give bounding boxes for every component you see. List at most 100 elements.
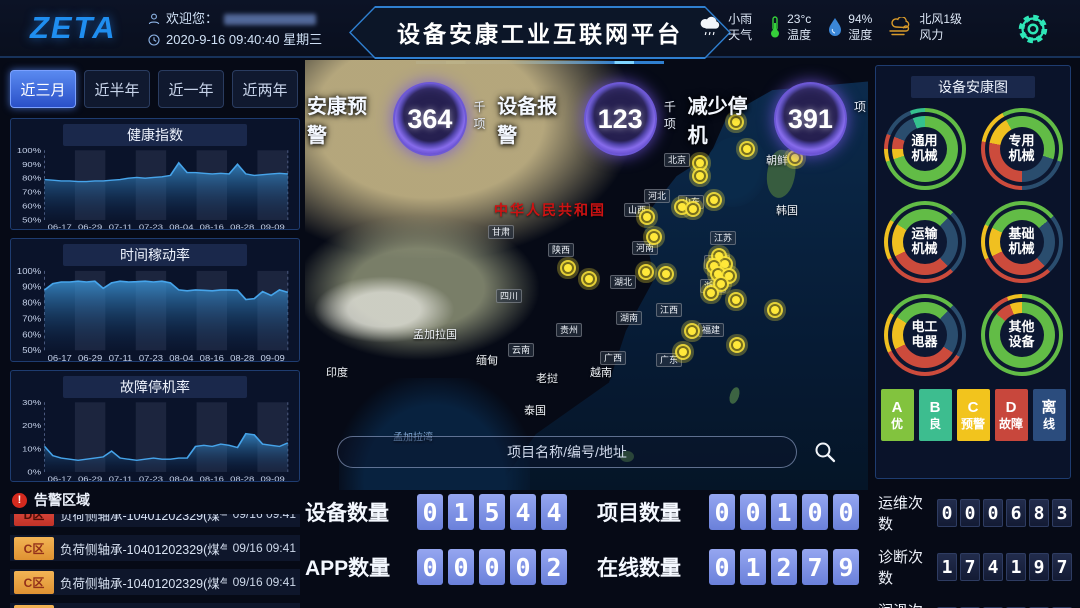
app-count-value: 00002 <box>417 549 567 585</box>
alert-area-title: 告警区域 <box>34 490 90 510</box>
donut-other-equipment[interactable]: 其他 设备 <box>981 294 1063 376</box>
alert-warning-icon: ! <box>12 493 27 508</box>
project-marker[interactable] <box>707 289 715 297</box>
svg-text:07-11: 07-11 <box>109 475 133 482</box>
downtime-rate-panel: 故障停机率 30%20%10%0%06-1706-2907-1107-2308-… <box>10 370 300 482</box>
header-bar: ZETA 欢迎您： 2020-9-16 09:40:40 星期三 设备安康工业互… <box>0 0 1080 58</box>
project-marker[interactable] <box>688 327 696 335</box>
legend-grade-C: C预警 <box>957 389 990 441</box>
donut-electrical-equipment[interactable]: 电工 电器 <box>884 294 966 376</box>
kpi-label: 设备报警 <box>497 90 576 148</box>
svg-text:90%: 90% <box>22 282 41 291</box>
svg-text:06-17: 06-17 <box>48 475 73 482</box>
alert-zone-badge: C区 <box>14 537 54 560</box>
alert-time: 09/16 09:41 <box>233 541 296 555</box>
kpi-circle: 391 <box>774 82 847 156</box>
platform-title-frame: 设备安康工业互联网平台 <box>349 6 731 64</box>
kpi-unit: 千项 <box>474 98 498 132</box>
donut-grid: 通用 机械 专用 机械 运输 机械 基础 机械 电工 电器 其他 设备 <box>876 108 1070 376</box>
svg-text:09-09: 09-09 <box>261 354 285 362</box>
svg-text:70%: 70% <box>22 188 41 197</box>
project-marker[interactable] <box>643 213 651 221</box>
health-index-chart: 100%90%80%70%60%50%06-1706-2907-1107-230… <box>11 146 299 230</box>
chart-title: 健康指数 <box>63 124 247 146</box>
legend-grade-A: A优 <box>881 389 914 441</box>
project-search-input[interactable] <box>337 436 797 468</box>
donut-basic-machinery[interactable]: 基础 机械 <box>981 201 1063 283</box>
zeta-logo: ZETA <box>30 10 117 46</box>
search-icon[interactable] <box>813 440 837 464</box>
svg-text:08-04: 08-04 <box>169 354 193 362</box>
legend-grade-D: D故障 <box>995 389 1028 441</box>
project-marker[interactable] <box>642 268 650 276</box>
project-marker[interactable] <box>585 275 593 283</box>
alert-text: 负荷侧轴承-10401202329(煤气引风机电... <box>60 539 227 558</box>
chart-title: 故障停机率 <box>63 376 247 398</box>
svg-text:60%: 60% <box>22 202 41 211</box>
weather-rain: 小雨天气 <box>699 11 752 43</box>
svg-text:09-09: 09-09 <box>261 475 286 482</box>
equipment-health-panel: 设备安康图 通用 机械 专用 机械 运输 机械 基础 机械 电工 电器 其他 设… <box>875 65 1071 479</box>
project-marker[interactable] <box>710 196 718 204</box>
svg-text:07-11: 07-11 <box>109 223 133 230</box>
project-marker[interactable] <box>714 270 722 278</box>
project-marker[interactable] <box>715 252 723 260</box>
kpi-reduced-downtime: 减少停机 391 项 <box>688 82 866 156</box>
diagnosis-count-value: 174197 <box>937 553 1072 581</box>
alert-row[interactable]: D区 负荷侧轴承-10401202329(煤气引风机电... 09/16 09:… <box>10 514 300 527</box>
tab-recent-1-year[interactable]: 近一年 <box>158 70 224 108</box>
project-marker[interactable] <box>732 296 740 304</box>
svg-text:08-04: 08-04 <box>169 475 194 482</box>
weather-humidity: 94%湿度 <box>827 11 872 43</box>
project-marker[interactable] <box>710 262 718 270</box>
project-marker[interactable] <box>696 172 704 180</box>
kpi-label: 安康预警 <box>307 90 386 148</box>
maintenance-count-label: 运维次数 <box>878 492 937 534</box>
weather-value: 23°c <box>787 11 811 27</box>
tab-recent-2-years[interactable]: 近两年 <box>232 70 298 108</box>
thermometer-icon <box>768 15 782 39</box>
online-count-label: 在线数量 <box>597 552 709 582</box>
weather-wind: 北风1级风力 <box>888 11 962 43</box>
project-marker[interactable] <box>733 341 741 349</box>
tab-recent-3-months[interactable]: 近三月 <box>10 70 76 108</box>
svg-text:07-11: 07-11 <box>109 354 133 362</box>
alert-list[interactable]: D区 负荷侧轴承-10401202329(煤气引风机电... 09/16 09:… <box>10 514 300 608</box>
weather-label: 湿度 <box>848 27 872 43</box>
downtime-rate-chart: 30%20%10%0%06-1706-2907-1107-2308-0408-1… <box>11 398 299 482</box>
platform-title: 设备安康工业互联网平台 <box>351 8 729 57</box>
svg-text:08-16: 08-16 <box>200 354 224 362</box>
project-marker[interactable] <box>721 260 729 268</box>
weather-temp: 23°c温度 <box>768 11 811 43</box>
project-marker[interactable] <box>717 280 725 288</box>
weather-label: 温度 <box>787 27 811 43</box>
svg-text:08-16: 08-16 <box>200 223 225 230</box>
project-marker[interactable] <box>662 270 670 278</box>
svg-text:60%: 60% <box>22 330 41 339</box>
project-marker[interactable] <box>771 306 779 314</box>
donut-special-machinery[interactable]: 专用 机械 <box>981 108 1063 190</box>
alert-row[interactable]: C区 负荷侧轴承-10401202329(煤气引风机电... 09/16 09:… <box>10 569 300 595</box>
project-marker[interactable] <box>564 264 572 272</box>
project-marker[interactable] <box>696 159 704 167</box>
project-marker[interactable] <box>650 233 658 241</box>
user-icon <box>148 13 160 25</box>
svg-text:06-29: 06-29 <box>78 475 103 482</box>
project-marker[interactable] <box>689 205 697 213</box>
tab-recent-6-months[interactable]: 近半年 <box>84 70 150 108</box>
alert-row[interactable]: C区 负荷侧轴承-10401202329(煤气引风机电... 09/16 09:… <box>10 535 300 561</box>
svg-text:80%: 80% <box>22 174 41 183</box>
svg-text:06-29: 06-29 <box>78 223 103 230</box>
svg-text:100%: 100% <box>17 146 42 155</box>
project-marker[interactable] <box>725 272 733 280</box>
wind-icon <box>888 17 914 37</box>
donut-general-machinery[interactable]: 通用 机械 <box>884 108 966 190</box>
project-marker[interactable] <box>678 203 686 211</box>
chart-title: 时间稼动率 <box>63 244 247 266</box>
weather-value: 小雨 <box>728 11 752 27</box>
settings-gear-icon[interactable] <box>1014 10 1052 48</box>
project-marker[interactable] <box>679 348 687 356</box>
donut-transport-machinery[interactable]: 运输 机械 <box>884 201 966 283</box>
alert-row[interactable]: C区 齿轮箱输入端-10401202412(2#（2V）... 09/16 09… <box>10 603 300 608</box>
kpi-device-alarm: 设备报警 123 千项 <box>497 82 687 156</box>
